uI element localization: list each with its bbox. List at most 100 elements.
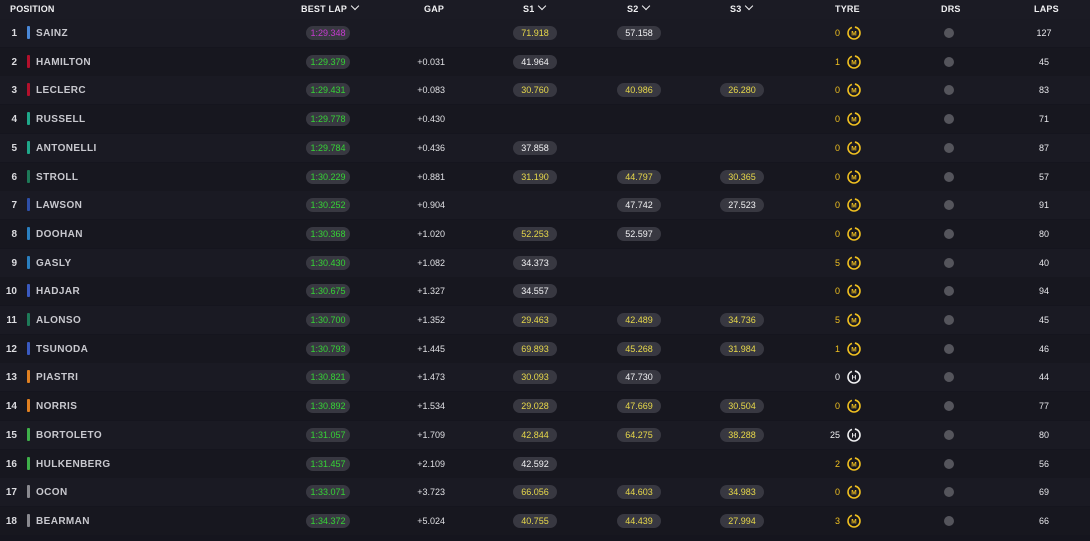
header-tyre[interactable]: TYRE bbox=[835, 4, 860, 14]
s1-time: 40.755 bbox=[513, 513, 557, 528]
s1-time: 69.893 bbox=[513, 341, 557, 356]
header-s2[interactable]: S2 bbox=[627, 1, 651, 14]
table-row[interactable]: 14 NORRIS 1:30.892 +1.534 29.028 47.669 30.504… bbox=[0, 392, 1090, 421]
table-row[interactable]: 3 LECLERC 1:29.431 +0.083 30.760 40.986 26.280… bbox=[0, 76, 1090, 105]
best-lap-time: 1:30.700 bbox=[306, 313, 350, 327]
s3-time: 27.523 bbox=[720, 198, 764, 213]
laps-count: 94 bbox=[1038, 286, 1049, 297]
svg-text:M: M bbox=[851, 174, 856, 181]
table-row[interactable]: 2 HAMILTON 1:29.379 +0.031 41.964 1 M 45 bbox=[0, 47, 1090, 76]
tyre-age: 0 bbox=[834, 114, 840, 125]
driver-name: GASLY bbox=[36, 257, 72, 269]
best-lap-time: 1:33.071 bbox=[306, 485, 350, 500]
tyre-age: 0 bbox=[834, 85, 840, 96]
medium-tyre-icon: M bbox=[846, 283, 862, 299]
s2-time: 47.742 bbox=[617, 198, 661, 213]
table-row[interactable]: 16 HULKENBERG 1:31.457 +2.109 42.592 2 M 56 bbox=[0, 449, 1090, 478]
position-number: 13 bbox=[5, 372, 17, 384]
team-color-bar bbox=[27, 284, 30, 298]
table-row[interactable]: 13 PIASTRI 1:30.821 +1.473 30.093 47.730 0 H 44 bbox=[0, 363, 1090, 392]
drs-indicator bbox=[944, 85, 954, 96]
header-gap[interactable]: GAP bbox=[424, 4, 444, 14]
team-color-bar bbox=[27, 341, 30, 355]
laps-count: 127 bbox=[1036, 28, 1052, 38]
table-row[interactable]: 9 GASLY 1:30.430 +1.082 34.373 5 M 40 bbox=[0, 248, 1090, 277]
s3-time: 27.994 bbox=[720, 513, 764, 528]
driver-name: DOOHAN bbox=[36, 228, 83, 240]
table-row[interactable]: 15 BORTOLETO 1:31.057 +1.709 42.844 64.275 38.… bbox=[0, 420, 1090, 449]
best-lap-time: 1:29.431 bbox=[306, 83, 350, 98]
svg-text:M: M bbox=[851, 59, 856, 66]
header-laps[interactable]: LAPS bbox=[1034, 4, 1059, 14]
header-drs[interactable]: DRS bbox=[941, 4, 961, 14]
table-row[interactable]: 5 ANTONELLI 1:29.784 +0.436 37.858 0 M 87 bbox=[0, 133, 1090, 162]
drs-indicator bbox=[944, 142, 954, 153]
s2-time: 44.797 bbox=[617, 169, 661, 184]
position-number: 2 bbox=[11, 56, 17, 68]
driver-name: LAWSON bbox=[36, 200, 83, 212]
position-number: 12 bbox=[5, 343, 17, 355]
tyre-age: 0 bbox=[834, 200, 840, 211]
table-row[interactable]: 10 HADJAR 1:30.675 +1.327 34.557 0 M 94 bbox=[0, 277, 1090, 306]
tyre-age: 25 bbox=[829, 429, 840, 440]
s3-time: 34.736 bbox=[720, 313, 764, 327]
team-color-bar bbox=[27, 83, 30, 97]
laps-count: 45 bbox=[1038, 56, 1049, 67]
medium-tyre-icon: M bbox=[846, 398, 862, 414]
tyre-age: 1 bbox=[834, 343, 840, 354]
position-number: 6 bbox=[11, 171, 17, 183]
svg-text:M: M bbox=[851, 289, 856, 296]
table-row[interactable]: 8 DOOHAN 1:30.368 +1.020 52.253 52.597 0 M 80 bbox=[0, 219, 1090, 248]
drs-indicator bbox=[944, 286, 954, 297]
gap-value: +2.109 bbox=[417, 458, 445, 469]
laps-count: 40 bbox=[1038, 257, 1049, 268]
header-s1[interactable]: S1 bbox=[523, 1, 547, 14]
team-color-bar bbox=[27, 198, 30, 212]
medium-tyre-icon: M bbox=[846, 341, 862, 357]
medium-tyre-icon: M bbox=[846, 513, 862, 529]
table-row[interactable]: 6 STROLL 1:30.229 +0.881 31.190 44.797 30.365 0… bbox=[0, 162, 1090, 191]
team-color-bar bbox=[27, 427, 30, 441]
s3-time: 31.984 bbox=[720, 341, 764, 356]
table-row[interactable]: 18 BEARMAN 1:34.372 +5.024 40.755 44.439 27.99… bbox=[0, 506, 1090, 535]
driver-name: HULKENBERG bbox=[36, 458, 111, 470]
table-row[interactable]: 17 OCON 1:33.071 +3.723 66.056 44.603 34.983 0 M… bbox=[0, 478, 1090, 507]
svg-text:M: M bbox=[851, 116, 856, 123]
gap-value: +0.436 bbox=[417, 142, 445, 153]
header-s3[interactable]: S3 bbox=[730, 1, 754, 14]
medium-tyre-icon: M bbox=[846, 140, 862, 156]
driver-name: BEARMAN bbox=[36, 515, 90, 527]
s3-time: 30.365 bbox=[720, 169, 764, 184]
s1-time: 42.592 bbox=[513, 456, 557, 471]
s2-time: 52.597 bbox=[617, 226, 661, 241]
laps-count: 83 bbox=[1038, 85, 1049, 96]
gap-value: +0.430 bbox=[417, 114, 445, 125]
table-row[interactable]: 12 TSUNODA 1:30.793 +1.445 69.893 45.268 31.98… bbox=[0, 334, 1090, 363]
drs-indicator bbox=[944, 228, 954, 239]
medium-tyre-icon: M bbox=[846, 111, 862, 127]
laps-count: 69 bbox=[1038, 487, 1049, 498]
header-best-lap[interactable]: BEST LAP bbox=[301, 1, 360, 14]
driver-name: ANTONELLI bbox=[36, 142, 97, 154]
table-row[interactable]: 7 LAWSON 1:30.252 +0.904 47.742 27.523 0 M 91 bbox=[0, 191, 1090, 220]
table-row[interactable]: 4 RUSSELL 1:29.778 +0.430 0 M 71 bbox=[0, 105, 1090, 134]
tyre-age: 3 bbox=[834, 515, 840, 526]
table-row[interactable]: 1 SAINZ 1:29.348 71.918 57.158 0 M 127 bbox=[0, 19, 1090, 47]
position-number: 11 bbox=[6, 315, 17, 326]
driver-name: BORTOLETO bbox=[36, 429, 103, 441]
team-color-bar bbox=[27, 226, 30, 240]
drs-indicator bbox=[944, 171, 954, 182]
laps-count: 45 bbox=[1038, 315, 1049, 325]
header-position[interactable]: POSITION bbox=[10, 4, 55, 14]
s1-time: 66.056 bbox=[513, 485, 557, 500]
chevron-down-icon bbox=[642, 1, 651, 11]
table-row[interactable]: 11 ALONSO 1:30.700 +1.352 29.463 42.489 34.736… bbox=[0, 306, 1090, 334]
gap-value: +0.083 bbox=[417, 85, 445, 96]
best-lap-time: 1:29.778 bbox=[306, 112, 350, 127]
team-color-bar bbox=[27, 169, 30, 183]
gap-value: +1.709 bbox=[417, 429, 445, 440]
s2-time: 64.275 bbox=[617, 427, 661, 442]
gap-value: +1.327 bbox=[417, 286, 445, 297]
medium-tyre-icon: M bbox=[846, 312, 862, 328]
driver-name: LECLERC bbox=[36, 85, 87, 97]
